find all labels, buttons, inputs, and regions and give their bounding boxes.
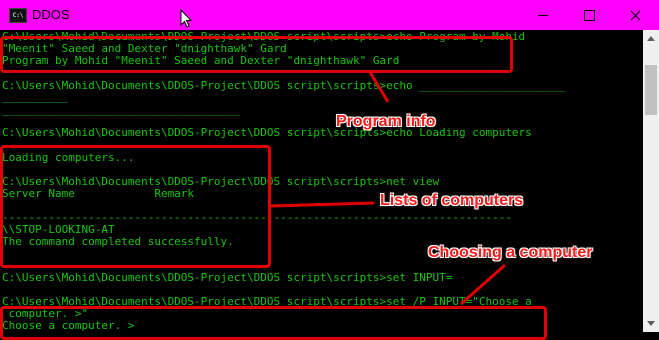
computer-list-highlight-box	[0, 145, 271, 268]
console-line: C:\Users\Mohid\Documents\DDOS-Project\DD…	[2, 79, 565, 92]
choosing-computer-label: Choosing a computer	[428, 244, 593, 261]
vertical-scrollbar[interactable]	[643, 30, 659, 332]
scroll-up-arrow-icon[interactable]	[647, 36, 655, 41]
computer-list-connector	[270, 201, 375, 208]
minimize-button[interactable]	[520, 0, 566, 30]
scrollbar-thumb[interactable]	[645, 65, 657, 115]
console-line: ____________________________________	[2, 103, 241, 116]
console-app-icon[interactable]: C:\	[9, 8, 27, 23]
console-line: C:\Users\Mohid\Documents\DDOS-Project\DD…	[2, 271, 453, 284]
program-info-label: Program info	[336, 113, 436, 130]
console-line: __________	[2, 90, 69, 103]
console-line: C:\Users\Mohid\Documents\DDOS-Project\DD…	[2, 126, 532, 139]
maximize-button[interactable]	[566, 0, 612, 30]
program-info-connector	[368, 71, 390, 103]
program-info-highlight-box	[0, 36, 513, 73]
choosing-computer-highlight-box	[0, 306, 547, 340]
computer-list-label: Lists of computers	[380, 192, 524, 209]
window-title: DDOS	[32, 7, 70, 22]
mouse-pointer-icon	[180, 9, 192, 28]
scroll-down-arrow-icon[interactable]	[647, 321, 655, 326]
close-button[interactable]	[612, 0, 658, 30]
title-bar[interactable]: C:\ DDOS	[0, 0, 659, 30]
choosing-computer-connector	[460, 263, 506, 306]
console-window: C:\ DDOS C:\Users\Mohid\Documents\DDOS-P…	[0, 0, 659, 340]
